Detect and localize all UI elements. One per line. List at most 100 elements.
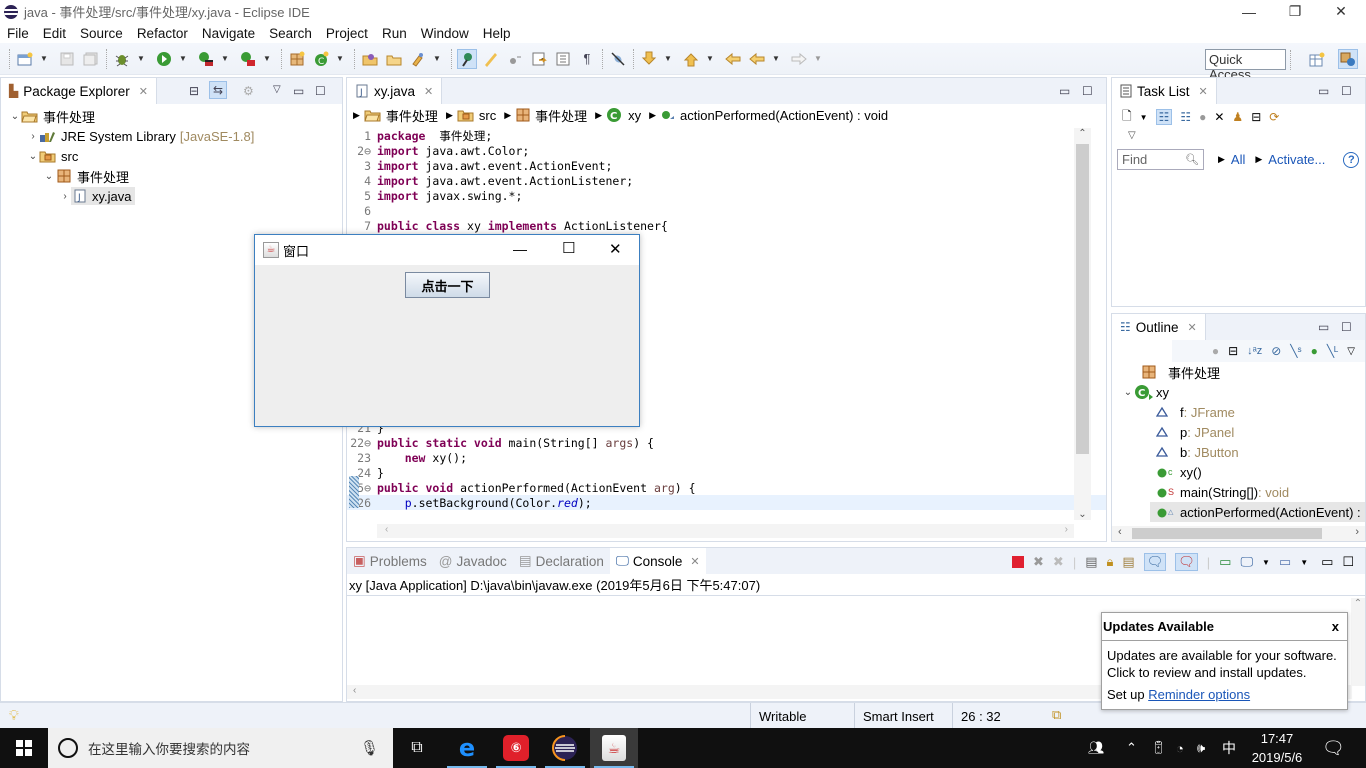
coverage-dropdown-icon[interactable]: ▼ — [220, 49, 230, 69]
expand-chevron-icon[interactable]: ⌄ — [1122, 387, 1134, 398]
open-type-icon[interactable] — [360, 49, 380, 69]
external-tools-dropdown-icon[interactable]: ▼ — [262, 49, 272, 69]
scroll-lock-icon[interactable]: 🔒︎ — [1107, 554, 1114, 570]
scroll-right-arrow-icon[interactable]: › — [1355, 526, 1359, 538]
all-link[interactable]: All — [1231, 152, 1245, 167]
new-package-icon[interactable] — [287, 49, 307, 69]
new-wizard-icon[interactable] — [15, 49, 35, 69]
tab-declaration[interactable]: ▤ Declaration — [513, 548, 610, 574]
synchronize-icon[interactable]: ⟳ — [1269, 110, 1279, 124]
outline-item[interactable]: p : JPanel — [1112, 422, 1365, 442]
editor-horizontal-scrollbar[interactable]: ‹ › — [377, 524, 1074, 538]
categorized-view-icon[interactable]: ☷ — [1155, 109, 1173, 125]
outline-horizontal-scrollbar[interactable]: ‹ › — [1112, 526, 1365, 541]
show-hidden-icons-button[interactable]: ⌃ — [1126, 728, 1137, 768]
minimize-button[interactable]: — — [1226, 0, 1272, 23]
hide-fields-icon[interactable]: ⊘ — [1271, 344, 1281, 358]
click-button[interactable]: 点击一下 — [405, 272, 490, 298]
forward-dropdown-icon[interactable]: ▼ — [813, 49, 823, 69]
display-console-icon[interactable]: 🖵︎ — [1240, 554, 1253, 570]
taskbar-search-box[interactable]: 在这里输入你要搜索的内容 🎙︎ — [48, 728, 393, 768]
show-on-stderr-icon[interactable]: 🗨︎ — [1175, 553, 1198, 571]
scroll-left-arrow-icon[interactable]: ‹ — [353, 685, 356, 696]
editor-vertical-scrollbar[interactable]: ⌃ ⌄ — [1074, 128, 1091, 520]
tab-package-explorer[interactable]: ▙ Package Explorer ✕ — [1, 78, 158, 104]
code-line[interactable]: 2⊖ import java.awt.Color; — [347, 143, 1106, 158]
activate-link[interactable]: Activate... — [1268, 152, 1325, 167]
terminate-icon[interactable] — [1012, 556, 1024, 568]
last-edit-location-icon[interactable] — [723, 49, 743, 69]
menu-source[interactable]: Source — [73, 26, 130, 41]
filter-team-icon[interactable]: ♟ — [1232, 110, 1243, 124]
console-vertical-scrollbar[interactable]: ⌃ — [1351, 598, 1365, 686]
people-icon[interactable]: 👥︎ — [1088, 728, 1105, 768]
maximize-view-icon[interactable]: ☐ — [315, 84, 326, 98]
tab-problems[interactable]: ▣ Problems — [347, 548, 433, 574]
scroll-left-arrow-icon[interactable]: ‹ — [385, 524, 388, 535]
breadcrumb-item[interactable]: 事件处理 — [535, 106, 587, 125]
debug-icon[interactable] — [112, 49, 132, 69]
pin-console-icon[interactable]: ▭ — [1219, 554, 1231, 570]
focus-on-active-task-icon[interactable]: ● — [1212, 344, 1219, 358]
back-dropdown-icon[interactable]: ▼ — [771, 49, 781, 69]
sort-icon[interactable]: ↓ᵃz — [1247, 345, 1262, 357]
menu-navigate[interactable]: Navigate — [195, 26, 262, 41]
code-line[interactable]: 5 import javax.swing.*; — [347, 188, 1106, 203]
new-class-icon[interactable]: C — [311, 49, 331, 69]
minimize-view-icon[interactable]: ▭ — [1321, 554, 1333, 570]
swing-minimize-button[interactable]: — — [513, 241, 527, 257]
collapse-all-icon[interactable]: ⊟ — [1251, 110, 1261, 124]
progress-icon[interactable]: ⧉ — [1052, 707, 1061, 723]
code-line[interactable]: 7 public class xy implements ActionListen… — [347, 218, 1106, 233]
coverage-icon[interactable] — [196, 49, 216, 69]
tree-item-src[interactable]: ⌄ src — [1, 146, 342, 166]
back-icon[interactable] — [747, 49, 767, 69]
collapse-all-icon[interactable]: ⊟ — [189, 84, 199, 98]
toggle-highlight-icon[interactable] — [481, 49, 501, 69]
scrollbar-thumb[interactable] — [1076, 144, 1089, 454]
wifi-icon[interactable]: ◔ — [1176, 728, 1184, 768]
close-tab-icon[interactable]: ✕ — [424, 85, 433, 98]
skip-breakpoints-icon[interactable] — [608, 49, 628, 69]
run-icon[interactable] — [154, 49, 174, 69]
link-with-editor-icon[interactable]: ⇆ — [209, 81, 228, 99]
breadcrumb-item[interactable]: xy — [628, 108, 641, 123]
toggle-word-wrap-icon[interactable] — [505, 49, 525, 69]
code-line[interactable]: 4 import java.awt.event.ActionListener; — [347, 173, 1106, 188]
expand-chevron-icon[interactable]: ⌄ — [9, 111, 21, 122]
outline-item[interactable]: ⌄ Cxy — [1112, 382, 1365, 402]
display-console-dropdown-icon[interactable]: ▼ — [1262, 558, 1270, 567]
microphone-icon[interactable]: 🎙︎ — [360, 739, 379, 757]
code-line[interactable]: 24} — [347, 465, 1106, 480]
toggle-mark-occurrences-icon[interactable] — [457, 48, 477, 69]
task-view-button[interactable]: ⧉ — [393, 728, 441, 768]
show-paragraph-icon[interactable]: ¶ — [577, 49, 597, 69]
previous-annotation-icon[interactable] — [681, 49, 701, 69]
expand-chevron-icon[interactable]: ⌄ — [43, 171, 55, 182]
taskbar-java-app[interactable]: ☕ — [590, 728, 638, 768]
focus-workweek-icon[interactable]: ● — [1199, 110, 1206, 124]
filters-icon[interactable]: ⚙ — [243, 84, 254, 98]
code-line[interactable]: 6 — [347, 203, 1106, 218]
minimize-view-icon[interactable]: ▭ — [1318, 320, 1329, 334]
search-dropdown-icon[interactable]: ▼ — [432, 49, 442, 69]
taskbar-eclipse[interactable] — [541, 728, 589, 768]
next-annotation-icon[interactable] — [639, 49, 659, 69]
code-line[interactable]: 1 package 事件处理; — [347, 128, 1106, 143]
volume-icon[interactable]: 🕪︎ — [1197, 728, 1205, 768]
maximize-view-icon[interactable]: ☐ — [1341, 320, 1352, 334]
minimize-view-icon[interactable]: ▭ — [293, 84, 304, 98]
outline-item[interactable]: 事件处理 — [1112, 362, 1365, 382]
close-button[interactable]: ✕ — [1318, 0, 1364, 23]
maximize-view-icon[interactable]: ☐ — [1342, 554, 1354, 570]
show-on-stdout-icon[interactable]: 🗨︎ — [1143, 553, 1167, 571]
show-whitespace-icon[interactable] — [553, 49, 573, 69]
view-menu-icon[interactable]: ▽ — [273, 84, 281, 95]
maximize-editor-icon[interactable]: ☐ — [1082, 84, 1093, 98]
open-perspective-icon[interactable] — [1307, 50, 1327, 70]
ime-indicator[interactable]: 中 — [1222, 728, 1236, 768]
open-console-icon[interactable]: ▭ — [1279, 554, 1291, 570]
forward-icon[interactable] — [789, 49, 809, 69]
remove-all-terminated-icon[interactable]: ✖ — [1053, 554, 1064, 570]
menu-project[interactable]: Project — [319, 26, 375, 41]
